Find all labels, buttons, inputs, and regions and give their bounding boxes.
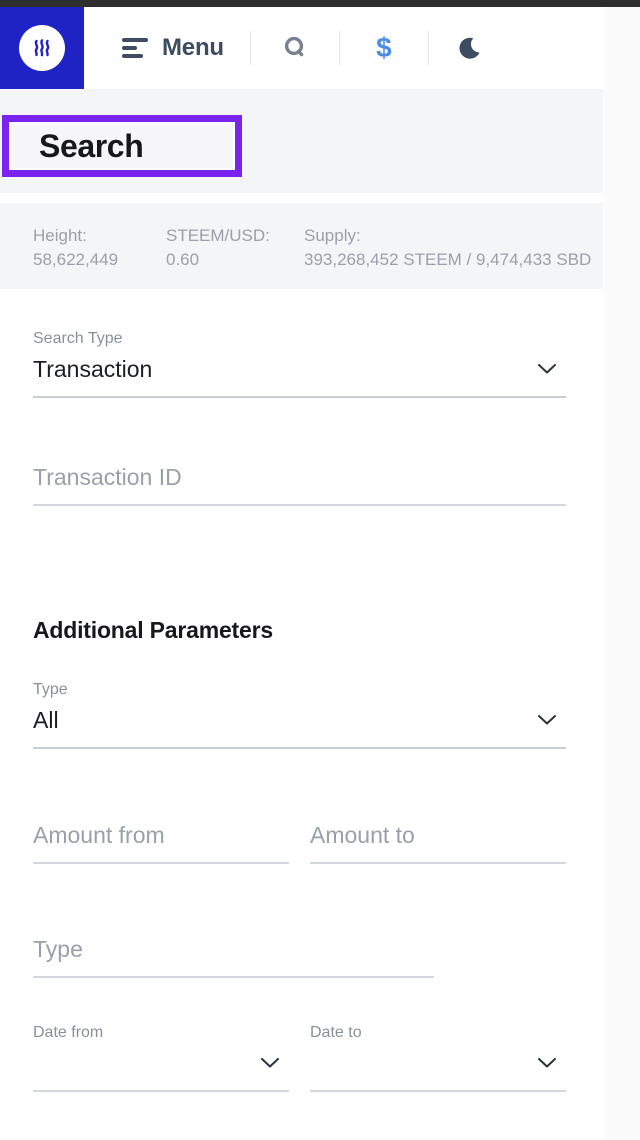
chevron-down-icon [261, 1057, 279, 1068]
chain-stats-bar: Height: 58,622,449 STEEM/USD: 0.60 Suppl… [0, 203, 603, 289]
theme-toggle-button[interactable] [451, 26, 495, 70]
header-divider [338, 31, 340, 65]
moon-icon [458, 33, 488, 63]
stat-price-value: 0.60 [166, 250, 200, 270]
steem-logo-icon [19, 25, 65, 71]
search-type-value: Transaction [33, 356, 153, 382]
transaction-id-underline [33, 503, 566, 506]
date-from-underline [33, 1089, 289, 1092]
type-text-input[interactable]: Type [33, 936, 434, 978]
stat-height: Height: 58,622,449 [33, 225, 166, 289]
stat-supply-value: 393,268,452 STEEM / 9,474,433 SBD [304, 250, 592, 270]
amount-from-placeholder: Amount from [33, 822, 165, 848]
amount-from-underline [33, 861, 289, 864]
header-divider [427, 31, 429, 65]
amount-to-underline [310, 861, 566, 864]
search-type-label: Search Type [33, 330, 123, 347]
date-from-select[interactable]: Date from [33, 1025, 289, 1092]
type-select-label: Type [33, 681, 68, 698]
stat-height-value: 58,622,449 [33, 250, 119, 270]
horizontal-overflow-gutter [603, 7, 640, 1140]
dollar-icon: $ [376, 32, 392, 63]
header-nav: Menu $ [84, 7, 603, 89]
search-type-underline [33, 395, 566, 398]
app-root: Menu $ Search Height: 58,622,449 STEEM/U… [0, 0, 640, 1140]
date-from-value [33, 1050, 39, 1076]
stat-supply: Supply: 393,268,452 STEEM / 9,474,433 SB… [304, 225, 591, 289]
page-title-frame: Search [9, 122, 235, 170]
type-select-underline [33, 746, 566, 749]
search-type-select[interactable]: Search Type Transaction [33, 331, 566, 398]
menu-button[interactable]: Menu [118, 28, 228, 68]
search-icon [281, 34, 309, 62]
chevron-down-icon [538, 1057, 556, 1068]
type-text-underline [33, 975, 434, 978]
page-title: Search [39, 127, 144, 164]
additional-parameters-heading: Additional Parameters [33, 617, 273, 643]
page-viewport: Menu $ Search Height: 58,622,449 STEEM/U… [0, 7, 603, 1140]
date-to-label: Date to [310, 1024, 362, 1041]
site-header: Menu $ [0, 7, 603, 89]
chevron-down-icon [538, 714, 556, 725]
date-to-value [310, 1050, 316, 1076]
stat-supply-label: Supply: [304, 226, 361, 245]
stat-price-label: STEEM/USD: [166, 226, 270, 245]
menu-label: Menu [162, 34, 224, 61]
hamburger-icon [122, 38, 148, 58]
steem-logo-button[interactable] [0, 7, 84, 89]
stat-height-label: Height: [33, 226, 87, 245]
amount-from-input[interactable]: Amount from [33, 822, 289, 864]
type-select[interactable]: Type All [33, 682, 566, 749]
stat-price: STEEM/USD: 0.60 [166, 225, 304, 289]
price-button[interactable]: $ [362, 26, 406, 70]
type-select-value: All [33, 707, 59, 733]
amount-to-input[interactable]: Amount to [310, 822, 566, 864]
chevron-down-icon [538, 363, 556, 374]
date-from-label: Date from [33, 1024, 104, 1041]
amount-to-placeholder: Amount to [310, 822, 415, 848]
page-title-highlight: Search [2, 115, 242, 177]
transaction-id-input[interactable]: Transaction ID [33, 464, 566, 506]
date-to-underline [310, 1089, 566, 1092]
type-text-placeholder: Type [33, 936, 83, 962]
search-button[interactable] [273, 26, 317, 70]
transaction-id-placeholder: Transaction ID [33, 464, 182, 490]
browser-top-strip [0, 0, 640, 7]
date-to-select[interactable]: Date to [310, 1025, 566, 1092]
header-divider [249, 31, 251, 65]
